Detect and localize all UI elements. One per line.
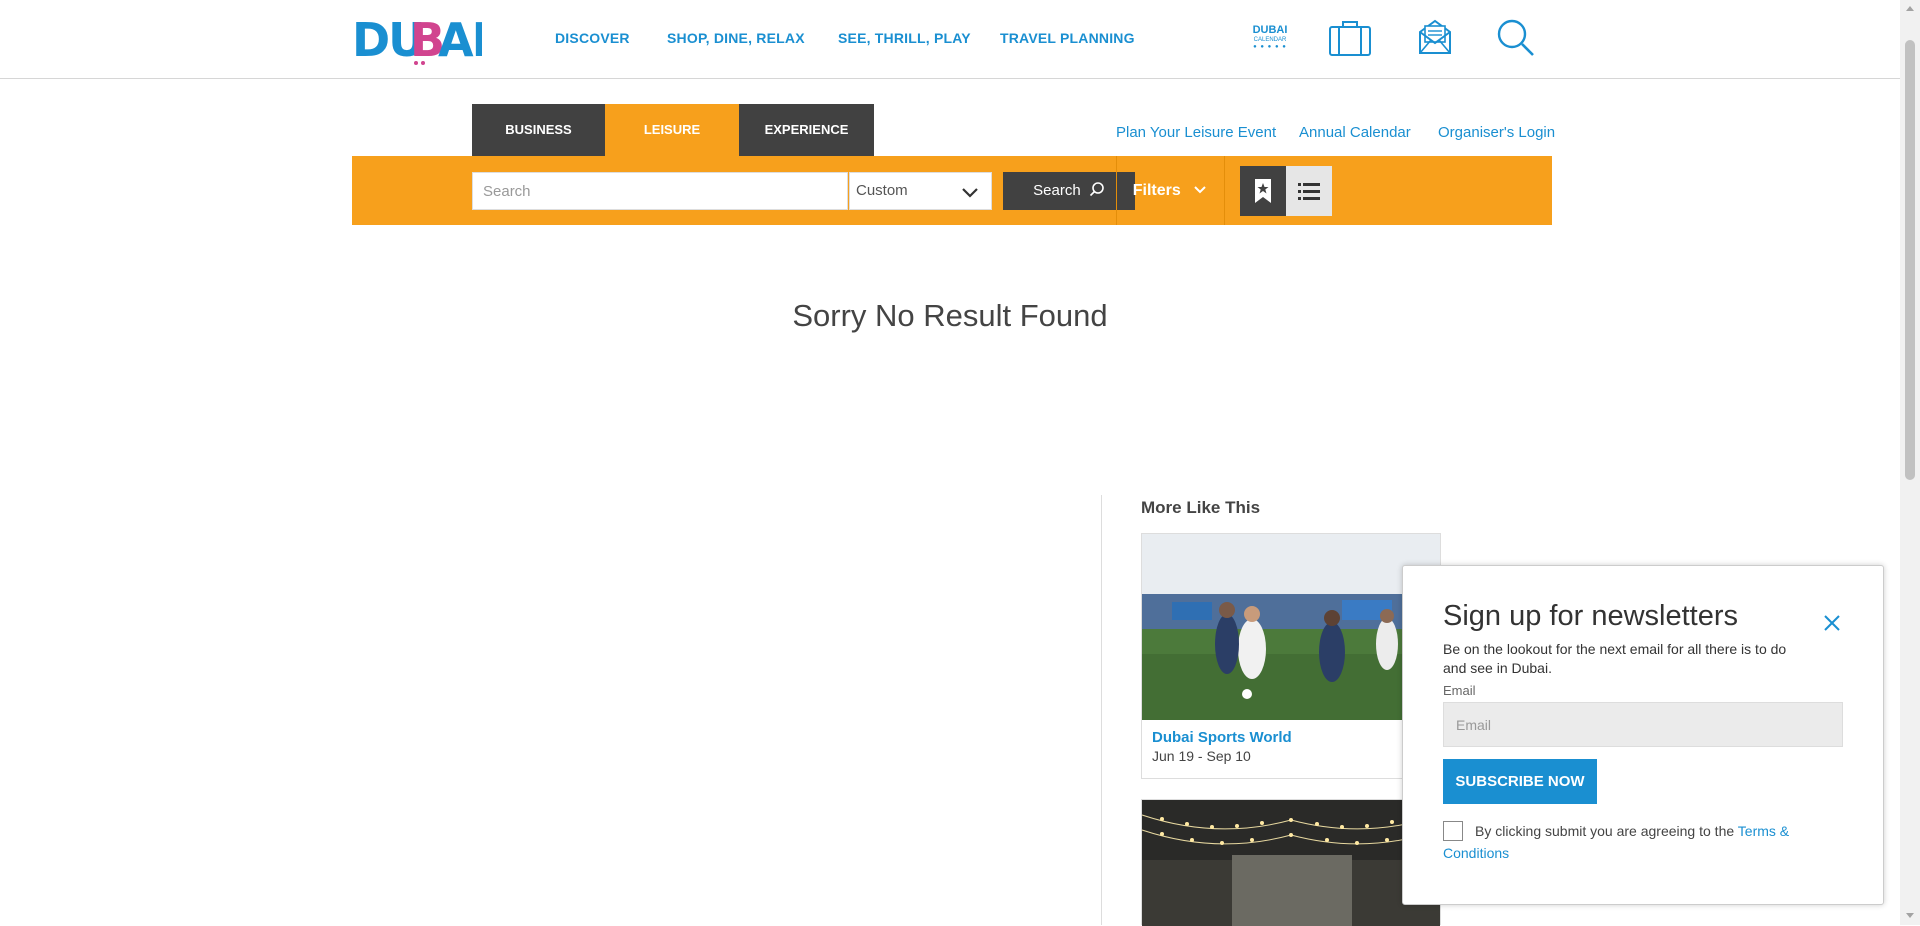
close-icon[interactable] [1823,614,1841,632]
newsletter-envelope-icon[interactable] [1418,18,1452,56]
subscribe-now-button[interactable]: SUBSCRIBE NOW [1443,759,1597,804]
date-range-value: Custom [856,182,908,199]
nav-discover[interactable]: DISCOVER [555,30,630,46]
chevron-down-icon [962,188,978,198]
no-result-message: Sorry No Result Found [792,298,1108,333]
search-icon[interactable] [1496,18,1536,58]
plan-leisure-event-link[interactable]: Plan Your Leisure Event [1116,124,1276,141]
search-button-icon [1089,182,1104,197]
filters-chevron-icon [1194,186,1206,194]
calendar-badge-dots: ● ● ● ● ● [1253,44,1287,50]
svg-text:AI: AI [438,14,482,66]
organiser-login-link[interactable]: Organiser's Login [1438,124,1555,141]
more-like-this-heading: More Like This [1141,498,1261,517]
scroll-down-arrow[interactable] [1906,913,1914,918]
tab-business[interactable]: BUSINESS [472,104,605,156]
email-field[interactable] [1443,702,1843,747]
terms-text: By clicking submit you are agreeing to t… [1443,820,1853,864]
filters-label: Filters [1132,182,1181,199]
calendar-badge-icon[interactable]: DUBAI CALENDAR ● ● ● ● ● [1248,24,1292,54]
site-header: DU B AI DISCOVER SHOP, DINE, RELAX SEE, … [0,0,1900,79]
date-range-select[interactable]: Custom [849,172,992,210]
event-search-input[interactable] [472,172,848,210]
event-date: Jun 19 - Sep 10 [1152,748,1251,764]
event-title[interactable]: Dubai Sports World [1152,729,1292,746]
tab-leisure[interactable]: LEISURE [605,104,739,156]
search-button-label: Search [1033,182,1081,199]
event-image [1142,800,1440,926]
list-view-icon [1298,183,1320,200]
scroll-up-arrow[interactable] [1906,6,1914,11]
annual-calendar-link[interactable]: Annual Calendar [1299,124,1411,141]
terms-statement: By clicking submit you are agreeing to t… [1475,823,1735,839]
suitcase-icon[interactable] [1328,18,1372,58]
bar-divider [1224,156,1225,225]
list-view-button[interactable] [1286,166,1332,216]
bookmark-view-button[interactable] [1240,166,1286,216]
email-label: Email [1443,683,1476,698]
tab-experience[interactable]: EXPERIENCE [739,104,874,156]
newsletter-title: Sign up for newsletters [1443,600,1738,632]
nav-shop-dine-relax[interactable]: SHOP, DINE, RELAX [667,30,805,46]
newsletter-description: Be on the lookout for the next email for… [1443,641,1787,676]
newsletter-popup: Sign up for newsletters Be on the lookou… [1402,565,1884,905]
bookmark-icon [1255,179,1271,203]
scrollbar-thumb[interactable] [1905,40,1915,480]
filters-toggle[interactable]: Filters [1116,156,1224,225]
nav-travel-planning[interactable]: TRAVEL PLANNING [1000,30,1135,46]
sidebar-divider [1101,495,1102,925]
related-event-card[interactable] [1141,799,1441,926]
calendar-badge-subtitle: CALENDAR [1253,37,1287,43]
dubai-logo[interactable]: DU B AI [352,14,482,66]
calendar-badge-title: DUBAI [1252,24,1288,36]
related-event-card[interactable]: Dubai Sports World Jun 19 - Sep 10 [1141,533,1441,779]
nav-see-thrill-play[interactable]: SEE, THRILL, PLAY [838,30,971,46]
event-image [1142,534,1440,720]
page-scrollbar[interactable] [1900,0,1920,925]
